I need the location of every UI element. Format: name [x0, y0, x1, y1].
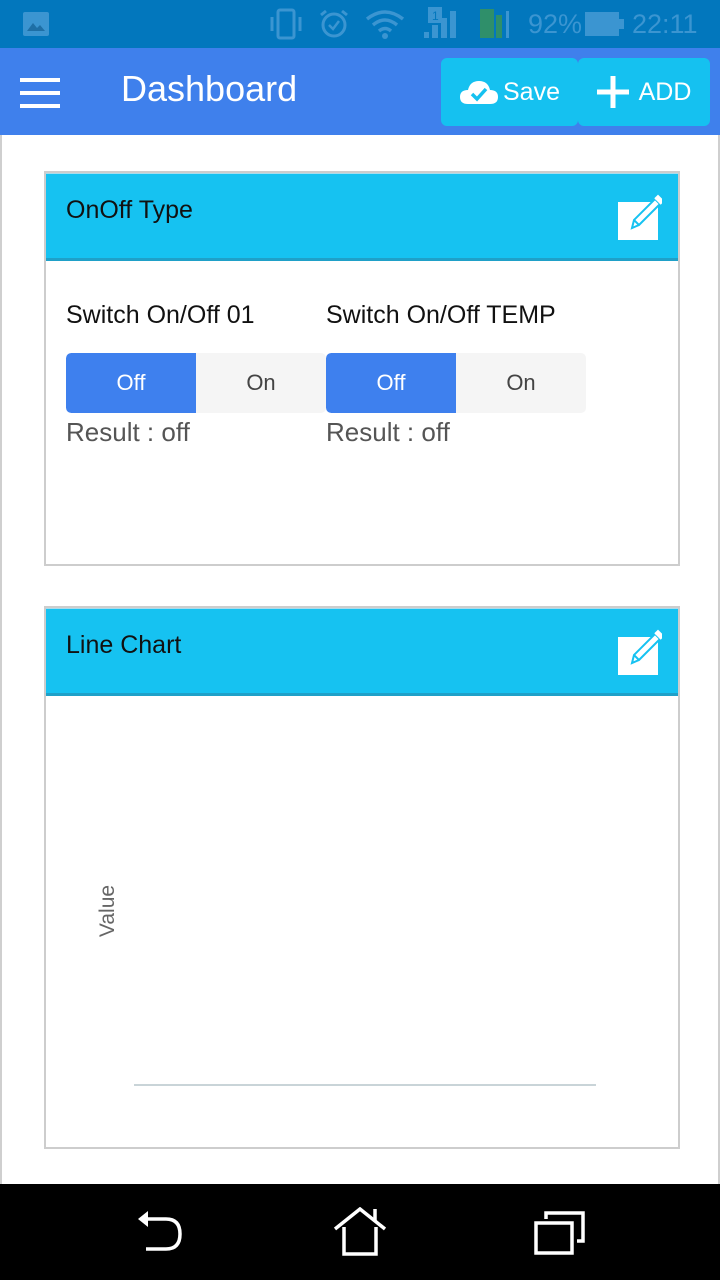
- line-chart-svg: Value: [96, 885, 596, 1086]
- card-title: OnOff Type: [66, 196, 193, 224]
- hamburger-icon[interactable]: [18, 78, 62, 108]
- battery-icon: [584, 0, 626, 48]
- card-header: OnOff Type: [46, 173, 678, 261]
- off-option[interactable]: Off: [66, 353, 196, 413]
- card-title: Line Chart: [66, 631, 182, 659]
- on-option[interactable]: On: [196, 353, 326, 413]
- onoff-card: OnOff Type Switch On/Off 01 Off On Resul…: [44, 171, 680, 566]
- switch-label: Switch On/Off TEMP: [326, 301, 556, 329]
- cloud-check-icon: [459, 77, 499, 107]
- line-chart: Value: [46, 696, 678, 1152]
- back-icon[interactable]: [130, 1202, 190, 1262]
- clock: 22:11: [632, 8, 698, 39]
- y-axis-label: Value: [96, 885, 119, 937]
- card-header: Line Chart: [46, 608, 678, 696]
- battery-percent: 92%: [528, 8, 583, 39]
- onoff-segmented-control: Off On: [66, 353, 326, 413]
- line-chart-card: Line Chart Value: [44, 606, 680, 1149]
- onoff-segmented-control: Off On: [326, 353, 586, 413]
- switch-result: Result : off: [326, 417, 450, 447]
- signal-sim2-icon: [478, 0, 518, 48]
- vibrate-icon: [268, 0, 304, 48]
- app-bar: Dashboard Save ADD: [0, 48, 720, 135]
- add-button[interactable]: ADD: [578, 58, 710, 126]
- edit-icon[interactable]: [618, 629, 665, 675]
- recent-apps-icon[interactable]: [530, 1202, 590, 1262]
- page-title: Dashboard: [121, 68, 298, 109]
- navigation-bar: [0, 1184, 720, 1280]
- off-option[interactable]: Off: [326, 353, 456, 413]
- save-button[interactable]: Save: [441, 58, 578, 126]
- on-option[interactable]: On: [456, 353, 586, 413]
- signal-sim1-icon: 1: [418, 0, 468, 48]
- wifi-icon: [365, 0, 405, 48]
- plus-icon: [596, 76, 629, 108]
- switch-group: Switch On/Off 01 Off On Result : off: [66, 301, 326, 447]
- save-label: Save: [503, 77, 560, 106]
- gallery-icon: [22, 0, 50, 48]
- dashboard-content: OnOff Type Switch On/Off 01 Off On Resul…: [0, 135, 720, 1184]
- alarm-icon: [318, 0, 350, 48]
- edit-icon[interactable]: [618, 194, 665, 240]
- add-label: ADD: [638, 77, 692, 106]
- switch-group: Switch On/Off TEMP Off On Result : off: [326, 301, 586, 447]
- status-bar: 1 92% 22:11: [0, 0, 720, 48]
- svg-text:1: 1: [432, 9, 439, 23]
- home-icon[interactable]: [330, 1202, 390, 1262]
- switch-label: Switch On/Off 01: [66, 301, 255, 329]
- switch-result: Result : off: [66, 417, 190, 447]
